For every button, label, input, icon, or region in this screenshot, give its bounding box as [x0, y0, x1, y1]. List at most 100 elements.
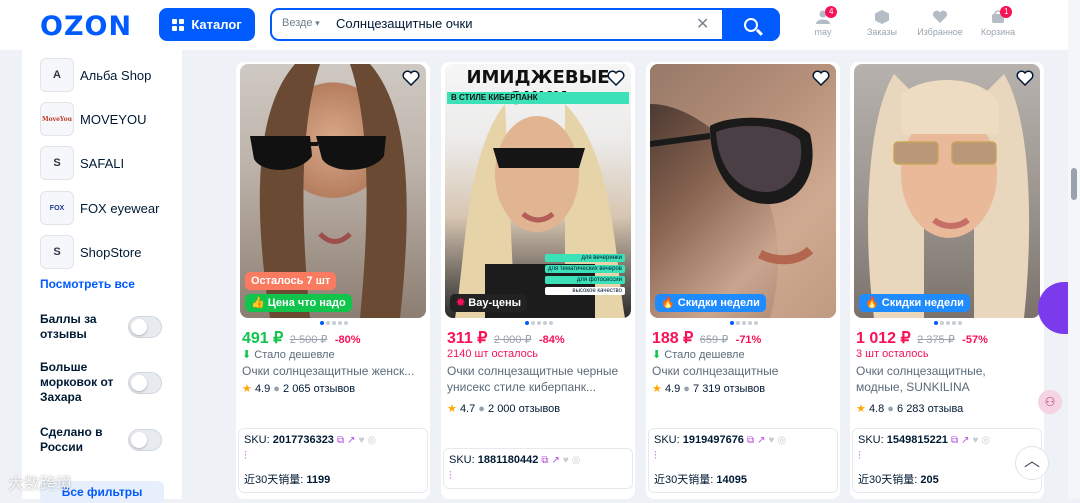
brand-filter-safali[interactable]: S SAFALI [40, 146, 180, 180]
discount: -80% [334, 334, 361, 346]
heart-outline-icon[interactable]: ♥ [768, 435, 774, 446]
review-count: 2 065 отзывов [283, 383, 356, 395]
catalog-button[interactable]: Каталог [159, 8, 255, 41]
search-button[interactable] [722, 8, 780, 41]
rating-value: 4.8 [868, 403, 885, 415]
external-link-icon[interactable]: ↗ [961, 435, 969, 446]
bell-icon[interactable]: ◎ [777, 435, 786, 446]
heart-outline-icon[interactable]: ♥ [972, 435, 978, 446]
star-icon: ★ [856, 403, 866, 415]
rating-row: ★ 4.8 ● 6 283 отзыва [856, 402, 963, 415]
promo-label: Скидки недели [677, 297, 760, 309]
catalog-label: Каталог [191, 17, 242, 32]
heart-outline-icon[interactable]: ♥ [563, 455, 569, 466]
price-row: 491 ₽ 2 500 ₽ -80% [242, 328, 361, 348]
toggle-russia-switch[interactable] [128, 429, 162, 451]
favorite-heart-icon[interactable] [402, 70, 420, 86]
product-title[interactable]: Очки солнцезащитные, [856, 364, 1040, 378]
stock-info: 3 шт осталось [856, 348, 929, 360]
profile-label: may [814, 27, 832, 37]
bell-icon[interactable]: ◎ [572, 455, 581, 466]
toggle-label-carrots: Больше морковок от Захара [40, 360, 114, 404]
product-image[interactable]: Осталось 7 шт 👍 Цена что надо [240, 64, 426, 318]
product-image[interactable]: ИМИДЖЕВЫЕ ОЧКИ В СТИЛЕ КИБЕРПАНК для веч… [445, 64, 631, 318]
copy-icon[interactable]: ⧉ [951, 435, 958, 446]
sales-value: 205 [920, 474, 939, 486]
favorite-heart-icon[interactable] [607, 70, 625, 86]
box-icon [875, 10, 889, 24]
clear-icon[interactable]: ✕ [696, 14, 709, 34]
product-image[interactable]: 🔥 Скидки недели [854, 64, 1040, 318]
external-link-icon[interactable]: ↗ [757, 435, 765, 446]
comment-icon: ● [683, 383, 690, 395]
brand-logo: MoveYou [40, 102, 74, 136]
photo-tag: для вечеринки [544, 254, 625, 262]
sku-value: 2017736323 [272, 434, 334, 446]
brand-filter-moveyou[interactable]: MoveYou MOVEYOU [40, 102, 180, 136]
external-link-icon[interactable]: ↗ [347, 435, 355, 446]
price: 491 ₽ [242, 330, 284, 347]
image-pager [730, 321, 758, 325]
promo-label: Цена что надо [267, 297, 346, 309]
star-icon: ★ [652, 383, 662, 395]
header-cart[interactable]: 1 Корзина [968, 6, 1028, 37]
copy-icon[interactable]: ⧉ [337, 435, 344, 446]
copy-icon[interactable]: ⧉ [541, 455, 548, 466]
star-icon: ✸ [456, 297, 466, 309]
search-scope-select[interactable]: Везде [282, 17, 320, 29]
rating-row: ★ 4.9 ● 2 065 отзывов [242, 382, 355, 395]
product-card[interactable]: 🔥 Скидки недели 188 ₽ 659 ₽ -71% ⬇ Стало… [646, 62, 840, 499]
scrollbar-thumb[interactable] [1071, 168, 1077, 200]
price: 188 ₽ [652, 330, 694, 347]
copy-icon[interactable]: ⧉ [747, 435, 754, 446]
rating-row: ★ 4.7 ● 2 000 отзывов [447, 402, 560, 415]
brand-filter-shopstore[interactable]: S ShopStore [40, 235, 180, 269]
translate-icon[interactable]: ⚇ [1038, 390, 1062, 414]
orders-label: Заказы [866, 27, 898, 37]
review-count: 2 000 отзывов [488, 403, 561, 415]
product-card[interactable]: Осталось 7 шт 👍 Цена что надо 491 ₽ 2 50… [236, 62, 430, 499]
search-icon [744, 17, 758, 32]
product-title[interactable]: Очки солнцезащитные черные [447, 364, 631, 378]
favorite-heart-icon[interactable] [812, 70, 830, 86]
external-link-icon[interactable]: ↗ [551, 455, 559, 466]
header-favorites[interactable]: Избранное [910, 10, 970, 37]
scroll-top-button[interactable]: ︿ [1015, 446, 1049, 480]
bell-icon[interactable]: ◎ [367, 435, 376, 446]
product-title-line2[interactable]: унисекс стиле киберпанк... [447, 380, 631, 394]
bell-icon[interactable]: ◎ [981, 435, 990, 446]
sku-panel: SKU: 1549815221 ⧉ ↗ ♥ ◎ ⫶ 近30天销量: 205 [852, 428, 1042, 493]
header-orders[interactable]: Заказы [852, 10, 912, 37]
brand-filter-alba[interactable]: A Альба Shop [40, 58, 180, 92]
watermark: 大数跨境 [8, 474, 73, 493]
product-title[interactable]: Очки солнцезащитные [652, 364, 836, 378]
page-scrollbar[interactable] [1068, 0, 1080, 499]
see-all-brands-link[interactable]: Посмотреть все [40, 277, 135, 291]
product-image[interactable]: 🔥 Скидки недели [650, 64, 836, 318]
ozon-logo[interactable]: OZON [40, 11, 132, 42]
brand-logo: S [40, 146, 74, 180]
toggle-carrots-switch[interactable] [128, 372, 162, 394]
brand-name: ShopStore [80, 244, 142, 260]
product-title-line2[interactable]: модные, SUNKILINA [856, 380, 1040, 394]
favorite-heart-icon[interactable] [1016, 70, 1034, 86]
product-card[interactable]: 🔥 Скидки недели 1 012 ₽ 2 375 ₽ -57% 3 ш… [850, 62, 1044, 499]
rating-value: 4.7 [459, 403, 476, 415]
arrow-down-icon: ⬇ [242, 349, 252, 361]
search-input[interactable]: Солнцезащитные очки [336, 16, 472, 31]
brand-name: MOVEYOU [80, 111, 147, 127]
toggle-label-points: Баллы за отзывы [40, 312, 97, 341]
product-card[interactable]: ИМИДЖЕВЫЕ ОЧКИ В СТИЛЕ КИБЕРПАНК для веч… [441, 62, 635, 499]
toggle-points-switch[interactable] [128, 316, 162, 338]
sunglasses-photo [650, 64, 836, 318]
rating-value: 4.9 [254, 383, 271, 395]
product-title[interactable]: Очки солнцезащитные женск... [242, 364, 426, 378]
grid-icon [172, 18, 185, 31]
header-profile[interactable]: 4 may [793, 6, 853, 37]
sales-label: 近30天销量: [858, 474, 918, 486]
brand-filter-fox[interactable]: FOX FOX eyewear [40, 191, 180, 225]
review-count: 6 283 отзыва [897, 403, 964, 415]
plugin-icon: ⫶ [654, 450, 657, 462]
heart-outline-icon[interactable]: ♥ [358, 435, 364, 446]
sku-panel: SKU: 1919497676 ⧉ ↗ ♥ ◎ ⫶ 近30天销量: 14095 [648, 428, 838, 493]
